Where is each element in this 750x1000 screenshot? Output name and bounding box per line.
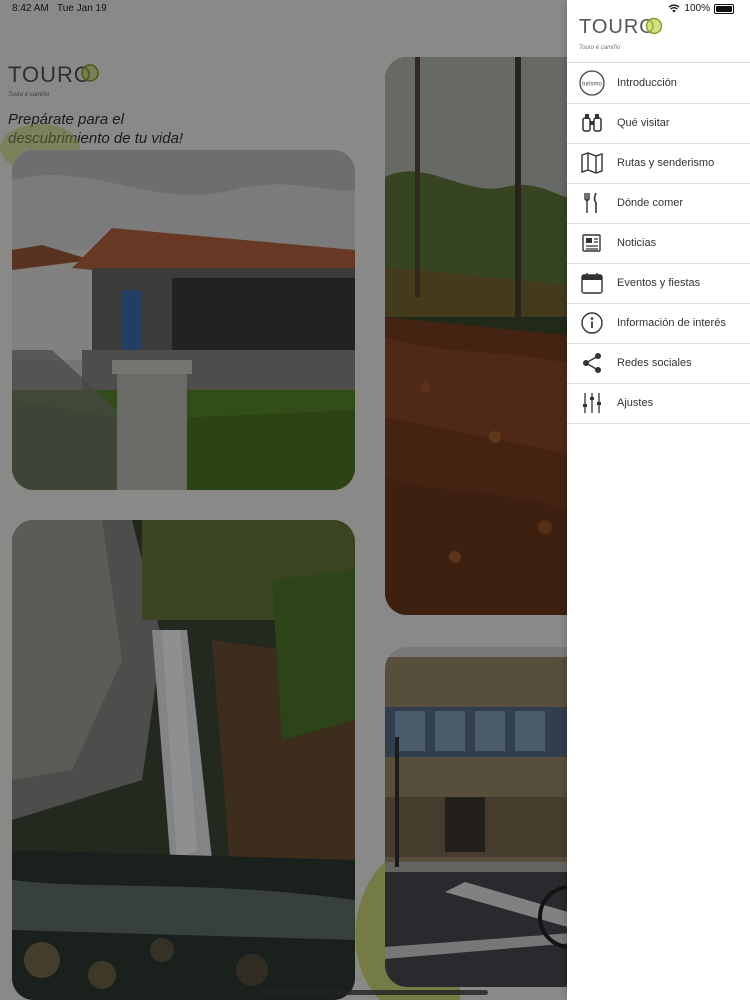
sliders-icon bbox=[577, 388, 607, 418]
menu-item-rutas[interactable]: Rutas y senderismo bbox=[567, 143, 750, 184]
map-icon bbox=[577, 148, 607, 178]
menu-item-donde-comer[interactable]: Dónde comer bbox=[567, 183, 750, 224]
battery-icon bbox=[714, 3, 734, 14]
menu-label-ajustes: Ajustes bbox=[617, 397, 654, 409]
menu-label-que-visitar: Qué visitar bbox=[617, 117, 670, 129]
drawer-logo-ring-icon bbox=[645, 17, 663, 35]
drawer-logo-subtitle: Touro é camiño bbox=[579, 45, 621, 51]
status-date: Tue Jan 19 bbox=[57, 3, 107, 14]
fork-knife-icon bbox=[577, 188, 607, 218]
newspaper-icon bbox=[577, 228, 607, 258]
menu-item-introduccion[interactable]: turismo Introducción bbox=[567, 62, 750, 104]
side-drawer: TOURO Touro é camiño turismo Introducció… bbox=[567, 0, 750, 1000]
menu-label-informacion: Información de interés bbox=[617, 317, 726, 329]
calendar-icon bbox=[577, 268, 607, 298]
menu-item-redes[interactable]: Redes sociales bbox=[567, 343, 750, 384]
menu-label-eventos: Eventos y fiestas bbox=[617, 277, 701, 289]
status-right: 100% bbox=[668, 3, 734, 14]
menu-item-eventos[interactable]: Eventos y fiestas bbox=[567, 263, 750, 304]
menu-item-noticias[interactable]: Noticias bbox=[567, 223, 750, 264]
binoculars-icon bbox=[577, 108, 607, 138]
menu-item-ajustes[interactable]: Ajustes bbox=[567, 383, 750, 424]
wifi-icon bbox=[668, 4, 680, 13]
menu-item-informacion[interactable]: Información de interés bbox=[567, 303, 750, 344]
menu-label-redes: Redes sociales bbox=[617, 357, 692, 369]
menu-label-rutas: Rutas y senderismo bbox=[617, 157, 715, 169]
home-indicator[interactable] bbox=[262, 990, 488, 995]
turismo-badge-text: turismo bbox=[582, 82, 602, 88]
info-icon bbox=[577, 308, 607, 338]
turismo-badge-icon: turismo bbox=[577, 68, 607, 98]
share-icon bbox=[577, 348, 607, 378]
battery-percent: 100% bbox=[684, 3, 710, 14]
status-bar: 8:42 AM Tue Jan 19 100% bbox=[0, 0, 750, 18]
menu-label-donde-comer: Dónde comer bbox=[617, 197, 684, 209]
menu-label-introduccion: Introducción bbox=[617, 77, 677, 89]
status-time: 8:42 AM bbox=[12, 3, 49, 14]
menu-item-que-visitar[interactable]: Qué visitar bbox=[567, 103, 750, 144]
home-screen: 8:42 AM Tue Jan 19 100% TOURO Touro é ca… bbox=[0, 0, 750, 1000]
menu-label-noticias: Noticias bbox=[617, 237, 657, 249]
